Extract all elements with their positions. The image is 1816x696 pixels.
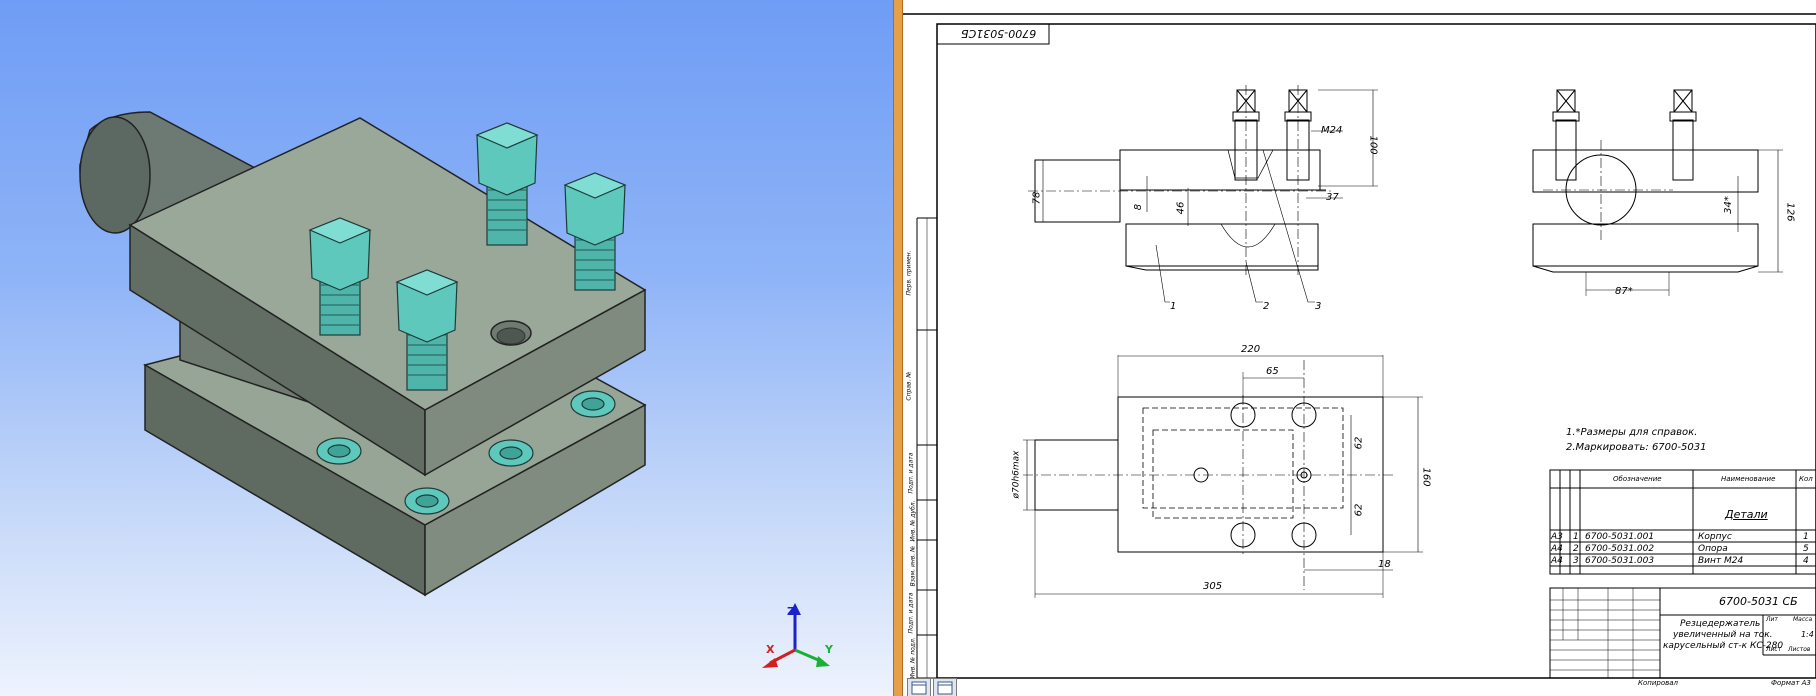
- title-copied: Копировал: [1638, 679, 1678, 687]
- spec-header-designation: Обозначение: [1613, 475, 1662, 483]
- plan-view: [1023, 355, 1423, 598]
- title-sheets: Листов: [1788, 646, 1811, 653]
- title-line-1: Резцедержатель: [1680, 619, 1761, 629]
- drawing-geometry: [903, 13, 1816, 679]
- leader-2: 2: [1263, 301, 1270, 312]
- spec-row-3-qty: 4: [1803, 556, 1809, 566]
- sheet-icon: [937, 681, 953, 695]
- spec-row-1-designation: 6700-5031.001: [1585, 532, 1655, 542]
- threaded-hole: [490, 320, 532, 346]
- title-block-code: 6700-5031 СБ: [1719, 595, 1798, 608]
- 3d-model[interactable]: [0, 0, 893, 696]
- axis-triad: [762, 603, 830, 668]
- axis-x-label: X: [766, 643, 775, 656]
- spec-row-2-format: А4: [1551, 544, 1563, 554]
- spec-row-1-pos: 1: [1573, 532, 1579, 542]
- stamp-dup-inv: Инв. № дубл.: [909, 500, 917, 542]
- dim-305: 305: [1203, 581, 1223, 592]
- note-1: 1.*Размеры для справок.: [1566, 427, 1698, 438]
- spec-row-3-format: А4: [1551, 556, 1563, 566]
- stamp-ref-no: Справ. №: [905, 371, 913, 401]
- spec-row-3-designation: 6700-5031.003: [1585, 556, 1655, 566]
- sheet-icon: [911, 681, 927, 695]
- view-splitter[interactable]: [893, 0, 903, 696]
- sheet-frame: [903, 13, 1816, 679]
- spec-row-1-name: Корпус: [1698, 532, 1732, 542]
- drawing-sheet[interactable]: 6700-5031СБ 100 М24 78 8 46 37 1 2 3 126…: [903, 0, 1816, 696]
- side-view: [1532, 89, 1783, 296]
- dim-m24: М24: [1321, 125, 1343, 136]
- dim-46: 46: [1175, 201, 1187, 215]
- spec-row-3-pos: 3: [1573, 556, 1579, 566]
- spec-header-qty: Кол: [1799, 475, 1813, 483]
- leader-3: 3: [1315, 301, 1322, 312]
- dim-34: 34*: [1722, 196, 1734, 214]
- title-mass: Масса: [1793, 616, 1813, 623]
- title-line-2: увеличенный на ток.: [1673, 630, 1773, 640]
- axis-z-label: Z: [787, 605, 795, 618]
- spec-row-2-qty: 5: [1803, 544, 1809, 554]
- title-scale: 1:4: [1801, 630, 1814, 639]
- spec-row-2-pos: 2: [1573, 544, 1579, 554]
- title-sheet: Лист: [1766, 646, 1782, 653]
- dim-220: 220: [1241, 344, 1261, 355]
- stamp-repl-inv: Взам. инв. №: [909, 545, 917, 587]
- spec-header-name: Наименование: [1721, 475, 1776, 483]
- stamp-sign-date-1: Подп. и дата: [907, 452, 915, 494]
- spec-row-1-qty: 1: [1803, 532, 1809, 542]
- leader-1: 1: [1170, 301, 1177, 312]
- spec-row-3-name: Винт М24: [1698, 556, 1744, 566]
- dim-126: 126: [1784, 202, 1796, 222]
- dim-78: 78: [1031, 191, 1043, 205]
- sheet-tab-2-button[interactable]: [933, 678, 957, 696]
- 3d-viewport[interactable]: Z Y X: [0, 0, 893, 696]
- dim-18: 18: [1378, 559, 1391, 570]
- stamp-first-use: Перв. примен.: [905, 250, 913, 296]
- dim-70-diameter: ø70h6max: [1011, 450, 1022, 499]
- dim-8: 8: [1133, 203, 1145, 211]
- stamp-sign-date-2: Подп. и дата: [907, 592, 915, 634]
- spec-section-title: Детали: [1725, 508, 1768, 521]
- stamp-code-box: 6700-5031СБ: [961, 27, 1037, 40]
- dim-65: 65: [1266, 366, 1279, 377]
- title-lit: Лит: [1766, 616, 1778, 623]
- title-format: Формат А3: [1771, 679, 1811, 687]
- spec-row-2-designation: 6700-5031.002: [1585, 544, 1655, 554]
- dim-62-bottom: 62: [1353, 503, 1365, 517]
- spec-row-2-name: Опора: [1698, 544, 1728, 554]
- axis-y-label: Y: [825, 643, 833, 656]
- note-2: 2.Маркировать: 6700-5031: [1566, 442, 1707, 453]
- dim-37: 37: [1326, 192, 1339, 203]
- dim-160: 160: [1420, 467, 1432, 487]
- dim-100: 100: [1367, 135, 1379, 155]
- spec-row-1-format: А3: [1551, 532, 1563, 542]
- sheet-tab-1-button[interactable]: [907, 678, 931, 696]
- dim-87: 87*: [1615, 286, 1633, 297]
- stamp-orig-inv: Инв. № подл.: [909, 637, 917, 679]
- dim-62-top: 62: [1353, 436, 1365, 450]
